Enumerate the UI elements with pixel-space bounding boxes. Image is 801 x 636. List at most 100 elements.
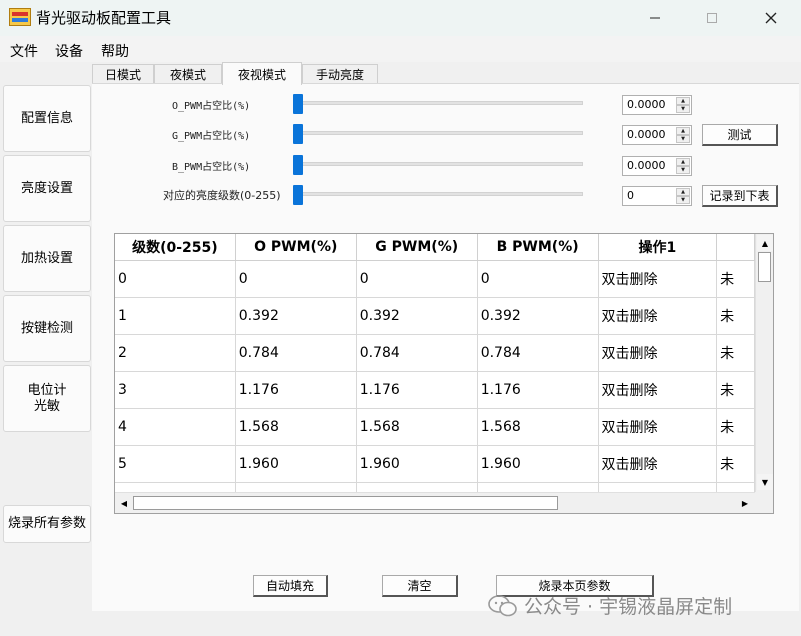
b-pwm-spinbox[interactable]: 0.0000 ▲ ▼ [622,156,692,176]
table-cell[interactable]: 5 [115,445,236,483]
table-cell[interactable]: 未 [716,260,755,298]
table-row[interactable]: 2 0.784 0.784 0.784 双击删除未 [115,334,755,372]
table-cell[interactable]: 1.568 [356,408,478,446]
table-cell[interactable]: 2 [115,334,236,372]
table-row[interactable]: 62.3522.3522.352双击删除未 [115,482,755,492]
spin-down-icon[interactable]: ▼ [676,105,690,113]
g-pwm-spinbox[interactable]: 0.0000 ▲ ▼ [622,125,692,145]
table-row[interactable]: 1 0.392 0.392 0.392 双击删除未 [115,297,755,335]
sidebar-item-heating[interactable]: 加热设置 [3,225,91,292]
column-header-b-pwm[interactable]: B PWM(%) [477,234,599,261]
column-header-extra[interactable] [716,234,755,261]
table-cell[interactable]: 0 [477,260,599,298]
clear-button[interactable]: 清空 [382,575,458,597]
table-cell[interactable]: 1.568 [477,408,599,446]
menu-file[interactable]: 文件 [10,41,38,61]
test-button[interactable]: 测试 [702,124,778,146]
table-cell[interactable]: 6 [115,482,236,492]
horizontal-scroll-thumb[interactable] [133,496,558,510]
spin-up-icon[interactable]: ▲ [676,188,690,196]
table-cell[interactable]: 0.784 [477,334,599,372]
column-header-g-pwm[interactable]: G PWM(%) [356,234,478,261]
sidebar-item-config-info[interactable]: 配置信息 [3,85,91,152]
table-cell[interactable]: 双击删除 [598,482,718,492]
scroll-down-icon[interactable]: ▼ [757,474,773,490]
brightness-level-slider[interactable] [293,192,583,196]
tab-night-vision-mode[interactable]: 夜视模式 [222,62,302,85]
minimize-button[interactable] [625,0,685,36]
tab-manual-brightness[interactable]: 手动亮度 [302,64,378,84]
table-cell[interactable]: 未 [716,445,755,483]
scroll-left-icon[interactable]: ◀ [116,495,132,511]
table-cell[interactable]: 0 [356,260,478,298]
table-cell[interactable]: 1.176 [235,371,357,409]
vertical-scroll-thumb[interactable] [758,252,771,282]
o-pwm-slider-handle[interactable] [293,94,303,114]
g-pwm-slider[interactable] [293,131,583,135]
g-pwm-slider-handle[interactable] [293,124,303,144]
tab-day-mode[interactable]: 日模式 [92,64,154,84]
sidebar-item-potentiometer[interactable]: 电位计 光敏 [3,365,91,432]
table-row[interactable]: 5 1.960 1.960 1.960 双击删除未 [115,445,755,483]
table-cell[interactable]: 0.392 [356,297,478,335]
brightness-level-slider-handle[interactable] [293,185,303,205]
spin-down-icon[interactable]: ▼ [676,196,690,204]
tab-night-mode[interactable]: 夜模式 [154,64,222,84]
brightness-level-spinbox[interactable]: 0 ▲ ▼ [622,186,692,206]
column-header-o-pwm[interactable]: O PWM(%) [235,234,357,261]
table-horizontal-scrollbar[interactable]: ◀ ▶ [115,492,755,513]
spin-up-icon[interactable]: ▲ [676,158,690,166]
table-cell[interactable]: 双击删除 [598,445,718,483]
table-row[interactable]: 4 1.568 1.568 1.568 双击删除未 [115,408,755,446]
table-cell[interactable]: 1.176 [477,371,599,409]
sidebar-item-key-detect[interactable]: 按键检测 [3,295,91,362]
auto-fill-button[interactable]: 自动填充 [253,575,328,597]
b-pwm-slider[interactable] [293,162,583,166]
table-cell[interactable]: 未 [716,482,755,492]
spin-up-icon[interactable]: ▲ [676,127,690,135]
table-cell[interactable]: 0.392 [235,297,357,335]
table-cell[interactable]: 未 [716,297,755,335]
table-cell[interactable]: 未 [716,371,755,409]
sidebar-item-brightness[interactable]: 亮度设置 [3,155,91,222]
table-vertical-scrollbar[interactable]: ▲ ▼ [755,234,773,492]
table-cell[interactable]: 双击删除 [598,334,718,372]
menu-help[interactable]: 帮助 [101,41,129,61]
table-cell[interactable]: 未 [716,408,755,446]
table-cell[interactable]: 双击删除 [598,297,718,335]
scroll-up-icon[interactable]: ▲ [757,235,773,251]
table-cell[interactable]: 1.176 [356,371,478,409]
burn-all-params-button[interactable]: 烧录所有参数 [3,505,91,543]
table-cell[interactable]: 未 [716,334,755,372]
table-cell[interactable]: 1.960 [356,445,478,483]
column-header-level[interactable]: 级数(0-255) [115,234,236,261]
table-cell[interactable]: 2.352 [235,482,357,492]
table-cell[interactable]: 0 [235,260,357,298]
table-cell[interactable]: 1.568 [235,408,357,446]
column-header-action1[interactable]: 操作1 [598,234,718,261]
scroll-right-icon[interactable]: ▶ [737,495,753,511]
o-pwm-spinbox[interactable]: 0.0000 ▲ ▼ [622,95,692,115]
table-row[interactable]: 3 1.176 1.176 1.176 双击删除未 [115,371,755,409]
spin-down-icon[interactable]: ▼ [676,135,690,143]
o-pwm-slider[interactable] [293,101,583,105]
table-cell[interactable]: 1.960 [235,445,357,483]
table-cell[interactable]: 2.352 [477,482,599,492]
table-cell[interactable]: 0 [115,260,236,298]
table-cell[interactable]: 0.784 [235,334,357,372]
table-cell[interactable]: 2.352 [356,482,478,492]
table-cell[interactable]: 双击删除 [598,260,718,298]
maximize-button[interactable] [682,0,742,36]
table-cell[interactable]: 0.784 [356,334,478,372]
table-cell[interactable]: 0.392 [477,297,599,335]
record-to-table-button[interactable]: 记录到下表 [702,185,778,207]
close-button[interactable] [741,0,801,36]
table-cell[interactable]: 双击删除 [598,371,718,409]
menu-device[interactable]: 设备 [55,41,83,61]
table-row[interactable]: 0 0 0 0 双击删除未 [115,260,755,298]
spin-up-icon[interactable]: ▲ [676,97,690,105]
table-cell[interactable]: 3 [115,371,236,409]
table-cell[interactable]: 双击删除 [598,408,718,446]
table-cell[interactable]: 1.960 [477,445,599,483]
spin-down-icon[interactable]: ▼ [676,166,690,174]
